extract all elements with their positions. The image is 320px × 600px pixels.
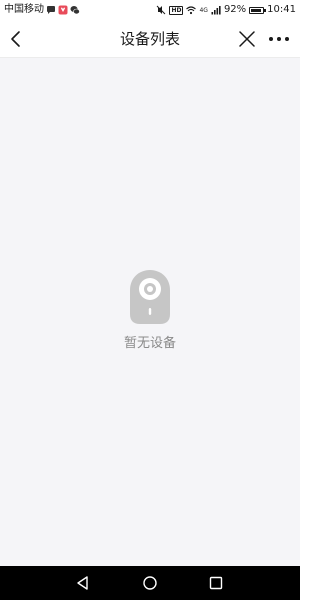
signal-icon (211, 6, 221, 15)
battery-percent: 92% (223, 4, 247, 15)
mute-icon (157, 5, 166, 15)
empty-state-text: 暂无设备 (123, 336, 176, 351)
status-right: HD 4G 92% 10:41 (156, 3, 296, 17)
status-time: 10:41 (267, 4, 296, 15)
status-left: 中国移动 (4, 3, 80, 17)
home-circle-icon[interactable] (141, 574, 159, 592)
wechat-icon (70, 6, 80, 15)
app-screen: 中国移动 HD 4G 92% 10:41 设备列表 暂无设备 (0, 0, 300, 600)
page-title: 设备列表 (119, 30, 180, 48)
wifi-icon (186, 6, 197, 15)
battery-icon (249, 6, 267, 14)
system-nav-bar (0, 566, 300, 600)
chat-bubble-icon (47, 6, 55, 14)
app-badge-icon (58, 5, 68, 15)
carrier-label: 中国移动 (4, 4, 44, 15)
device-list-content: 暂无设备 (0, 58, 300, 566)
empty-state: 暂无设备 (0, 268, 300, 352)
battery-level-fill (251, 8, 262, 12)
recent-square-icon[interactable] (207, 574, 225, 592)
nav-bar: 设备列表 (0, 20, 300, 58)
camera-device-icon (130, 270, 170, 324)
chevron-left-icon[interactable] (6, 28, 28, 50)
close-icon[interactable] (236, 28, 258, 50)
more-icon[interactable] (266, 28, 292, 50)
status-bar: 中国移动 HD 4G 92% 10:41 (0, 0, 300, 20)
back-triangle-icon[interactable] (74, 574, 92, 592)
network-type-label: 4G (199, 6, 208, 14)
hd-badge: HD (169, 5, 184, 15)
